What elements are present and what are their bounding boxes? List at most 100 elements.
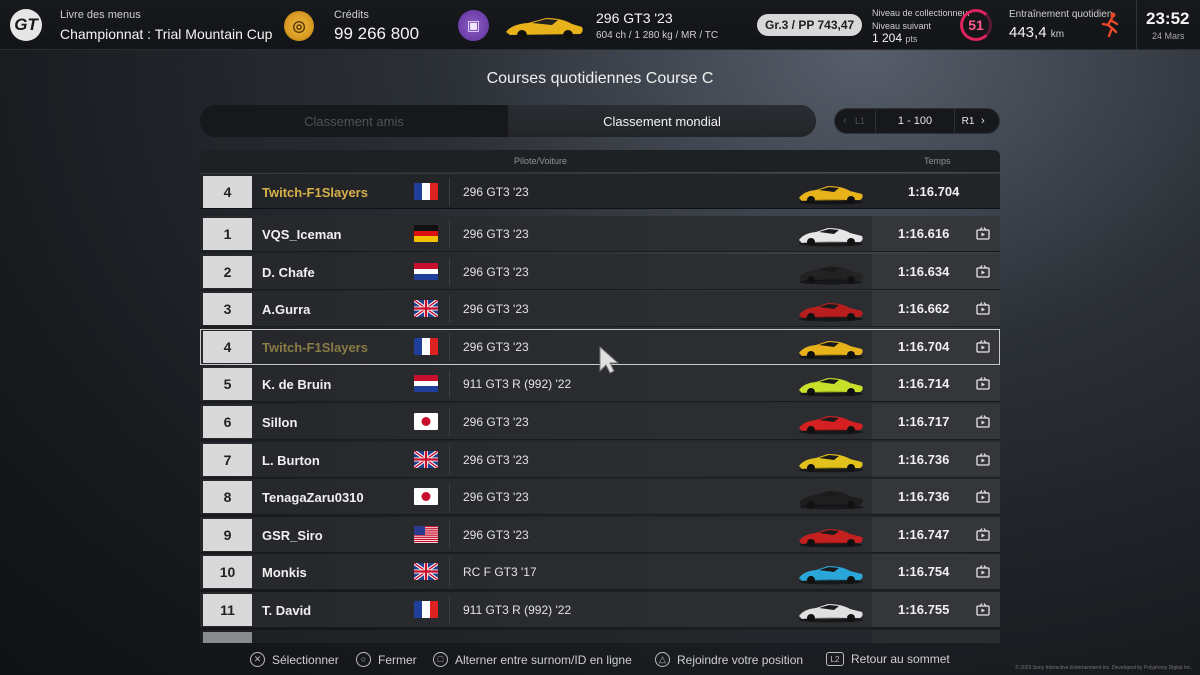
car-name: 911 GT3 R (992) '22 <box>463 603 572 617</box>
rank-cell: 8 <box>203 481 252 514</box>
flag-nl-icon <box>414 262 438 280</box>
replay-icon[interactable] <box>976 377 990 391</box>
chevron-left-icon[interactable]: ‹ <box>835 115 855 127</box>
rank-cell: 10 <box>203 556 252 589</box>
hint-join-label: Rejoindre votre position <box>677 652 804 667</box>
player-name: Twitch-F1Slayers <box>262 339 368 355</box>
current-car-spec: 604 ch / 1 280 kg / MR / TC <box>596 30 719 41</box>
hint-select-label: Sélectionner <box>272 652 339 667</box>
lap-time: 1:16.634 <box>898 263 950 279</box>
cross-button-icon: ✕ <box>250 652 265 667</box>
column-divider <box>449 558 450 587</box>
rank-cell: 7 <box>203 443 252 476</box>
table-row[interactable]: 1 VQS_Iceman 296 GT3 '23 1:16.616 <box>200 216 1000 252</box>
table-row[interactable]: 11 T. David 911 GT3 R (992) '22 1:16.755 <box>200 592 1000 628</box>
lap-time: 1:16.736 <box>898 451 950 467</box>
flag-jp-icon <box>414 413 438 430</box>
hint-toggle-label: Alterner entre surnom/ID en ligne <box>455 652 632 667</box>
car-name: 296 GT3 '23 <box>463 490 529 505</box>
lap-time: 1:16.714 <box>898 376 950 392</box>
clock: 23:52 <box>1146 9 1190 28</box>
hint-select[interactable]: ✕ Sélectionner <box>250 652 339 667</box>
flag-fr-icon <box>414 183 438 200</box>
replay-icon[interactable] <box>976 527 990 541</box>
replay-icon[interactable] <box>976 339 990 353</box>
garage-icon[interactable]: ▣ <box>458 10 489 41</box>
player-name: TenagaZaru0310 <box>262 490 364 506</box>
table-row[interactable]: 6 Sillon 296 GT3 '23 1:16.717 <box>200 404 1000 440</box>
car-name: 296 GT3 '23 <box>463 302 529 317</box>
collector-next-label: Niveau suivant <box>872 21 932 31</box>
page-title: Courses quotidiennes Course C <box>486 70 714 87</box>
header-pilot-car: Pilote/Voiture <box>514 156 568 166</box>
hint-toggle-id[interactable]: □ Alterner entre surnom/ID en ligne <box>433 652 632 667</box>
tab-world-ranking[interactable]: Classement mondial <box>508 105 816 137</box>
replay-icon[interactable] <box>976 565 990 579</box>
hint-join[interactable]: △ Rejoindre votre position <box>655 652 803 667</box>
rank-cell: 9 <box>203 518 252 551</box>
table-row[interactable]: 8 TenagaZaru0310 296 GT3 '23 1:16.736 <box>200 479 1000 516</box>
daily-workout-unit: km <box>1050 29 1065 40</box>
replay-icon[interactable] <box>976 490 990 503</box>
collector-level-label: Niveau de collectionneur <box>872 8 971 18</box>
car-name: 296 GT3 '23 <box>463 185 529 199</box>
hint-close[interactable]: ○ Fermer <box>356 652 417 667</box>
column-divider <box>449 483 450 512</box>
daily-workout-value: 443,4 <box>1009 24 1047 41</box>
header-time: Temps <box>924 156 951 166</box>
daily-workout-distance: 443,4 km <box>1009 24 1064 41</box>
top-bar: GT Livre des menus Championnat : Trial M… <box>0 0 1200 50</box>
column-divider <box>449 370 450 399</box>
player-name: T. David <box>262 603 312 618</box>
rank-cell: 11 <box>203 594 252 626</box>
table-row[interactable]: 2 D. Chafe 296 GT3 '23 1:16.634 <box>200 253 1000 290</box>
lap-time: 1:16.704 <box>908 184 960 199</box>
flag-nl-icon <box>414 375 438 393</box>
table-row[interactable]: 7 L. Burton 296 GT3 '23 1:16.736 <box>200 441 1000 478</box>
table-row[interactable]: 10 Monkis RC F GT3 '17 1:16.754 <box>200 554 1000 591</box>
column-divider <box>449 257 450 286</box>
range-pager: ‹ L1 1 - 100 R1 › <box>834 108 1000 134</box>
lap-time: 1:16.736 <box>898 489 950 505</box>
triangle-button-icon: △ <box>655 652 670 667</box>
pp-badge: Gr.3 / PP 743,47 <box>757 14 863 36</box>
replay-icon[interactable] <box>976 264 990 278</box>
player-name: VQS_Iceman <box>262 227 342 242</box>
chevron-right-icon[interactable]: › <box>981 115 999 127</box>
hint-close-label: Fermer <box>378 652 417 667</box>
column-divider <box>449 445 450 474</box>
player-name: D. Chafe <box>262 264 315 280</box>
car-name: 296 GT3 '23 <box>463 452 529 467</box>
column-divider <box>449 332 450 361</box>
circle-button-icon: ○ <box>356 652 371 667</box>
tab-friends-ranking[interactable]: Classement amis <box>200 105 508 137</box>
lap-time: 1:16.754 <box>898 564 950 580</box>
player-name: L. Burton <box>262 452 320 468</box>
car-icon <box>799 416 863 435</box>
replay-icon[interactable] <box>976 227 990 240</box>
daily-workout-label: Entraînement quotidien <box>1009 9 1113 20</box>
replay-icon[interactable] <box>976 302 990 315</box>
hint-back-to-top[interactable]: L2 Retour au sommet <box>826 652 950 666</box>
car-icon <box>799 378 863 397</box>
replay-icon[interactable] <box>976 452 990 466</box>
l1-label: L1 <box>855 116 866 126</box>
car-icon <box>799 528 863 548</box>
column-divider <box>449 408 450 436</box>
gt-logo-icon[interactable]: GT <box>10 9 42 41</box>
rank-cell: 3 <box>203 293 252 326</box>
collector-points-value: 1 204 <box>872 31 903 45</box>
table-row[interactable]: 3 A.Gurra 296 GT3 '23 1:16.662 <box>200 291 1000 328</box>
table-row[interactable]: 9 GSR_Siro 296 GT3 '23 1:16.747 <box>200 516 1000 553</box>
car-icon <box>799 604 863 623</box>
player-name: A.Gurra <box>262 302 311 318</box>
lap-time: 1:16.704 <box>898 338 950 354</box>
pager-range: 1 - 100 <box>875 109 955 133</box>
car-icon <box>799 303 863 322</box>
replay-icon[interactable] <box>976 603 990 616</box>
collector-points-unit: pts <box>905 34 918 44</box>
replay-icon[interactable] <box>976 415 990 428</box>
leaderboard-tabs: Classement amis Classement mondial <box>200 105 816 137</box>
car-icon <box>799 228 863 247</box>
my-entry-row[interactable]: 4 Twitch-F1Slayers 296 GT3 '23 1:16.704 <box>200 173 1000 209</box>
